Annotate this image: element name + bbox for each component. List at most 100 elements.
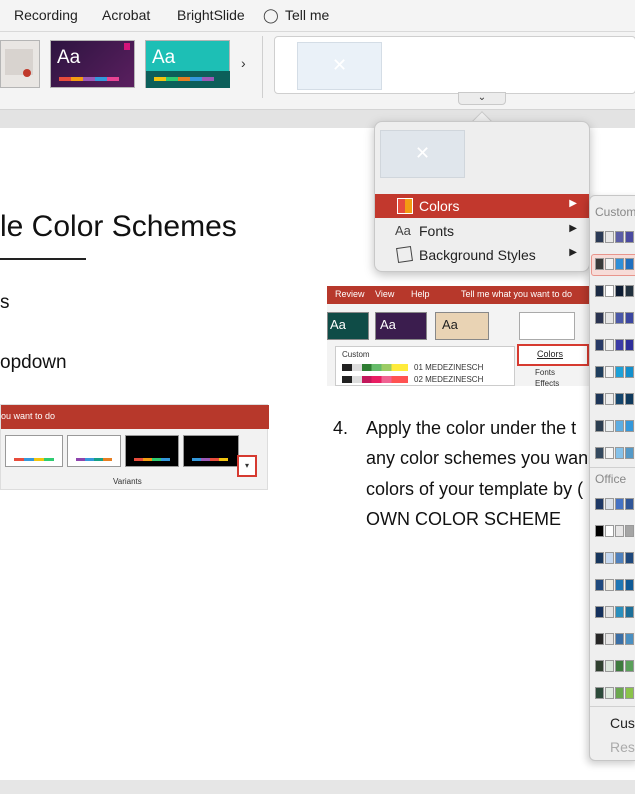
screenshot2-custom-header: Custom — [342, 350, 370, 359]
submenu-arrow-icon: ▶ — [569, 198, 577, 209]
swatch-chip — [605, 552, 614, 564]
fonts-icon: Aa — [395, 223, 411, 238]
swatch-chip — [595, 447, 604, 459]
theme-thumbnail-2[interactable]: Aa — [50, 40, 135, 88]
submenu-arrow-icon: ▶ — [569, 223, 577, 234]
screenshot2-theme-1: Aa — [327, 312, 369, 340]
submenu-office-header: Office — [595, 472, 627, 486]
color-scheme-swatch[interactable] — [595, 498, 635, 510]
swatch-chip — [615, 393, 624, 405]
screenshot-variants-label: Variants — [113, 477, 142, 486]
swatch-chip — [625, 420, 634, 432]
swatch-chip — [595, 579, 604, 591]
screenshot2-row-1: 01 MEDEZINESCH — [414, 363, 484, 372]
reset-colors-button[interactable]: Rese — [610, 739, 635, 755]
swatch-chip — [595, 498, 604, 510]
color-scheme-swatch[interactable] — [595, 339, 635, 351]
swatch-chip — [605, 312, 614, 324]
variant-thumbnail[interactable]: ✕ — [297, 42, 382, 90]
swatch-chip — [595, 552, 604, 564]
color-scheme-swatch[interactable] — [595, 660, 635, 672]
submenu-divider — [590, 706, 635, 707]
swatch-chip — [625, 339, 634, 351]
swatch-chip — [595, 606, 604, 618]
color-scheme-swatch[interactable] — [595, 420, 635, 432]
screenshot2-theme-3: Aa — [435, 312, 489, 340]
color-scheme-swatch[interactable] — [595, 366, 635, 378]
color-scheme-swatch[interactable] — [595, 525, 635, 537]
variant-mini-2 — [67, 435, 121, 467]
color-scheme-swatch[interactable] — [595, 312, 635, 324]
palette-icon — [397, 198, 413, 214]
menu-recording[interactable]: Recording — [14, 7, 78, 23]
swatch-chip — [625, 552, 634, 564]
color-scheme-swatch[interactable] — [595, 633, 635, 645]
swatch-chip — [595, 525, 604, 537]
close-icon: ✕ — [332, 55, 348, 75]
swatch-chip — [625, 606, 634, 618]
swatch-chip — [605, 660, 614, 672]
themes-more-button[interactable]: › — [241, 55, 246, 71]
menu-item-colors[interactable]: Colors ▶ — [375, 194, 589, 218]
swatch-chip — [605, 393, 614, 405]
menu-item-fonts[interactable]: Aa Fonts ▶ — [375, 219, 589, 243]
swatch-chip — [595, 660, 604, 672]
swatch-chip — [625, 579, 634, 591]
customize-colors-button[interactable]: Cust — [610, 715, 635, 731]
swatch-chip — [625, 231, 634, 243]
color-scheme-swatch[interactable] — [595, 393, 635, 405]
swatch-chip — [595, 633, 604, 645]
step-line-3: colors of your template by ( — [366, 479, 584, 499]
submenu-arrow-icon: ▶ — [569, 247, 577, 258]
color-scheme-swatch[interactable] — [595, 447, 635, 459]
menu-item-background-styles[interactable]: Background Styles ▶ — [375, 243, 589, 267]
menu-brightslide[interactable]: BrightSlide — [177, 7, 245, 23]
swatch-chip — [595, 366, 604, 378]
status-area — [0, 780, 635, 794]
swatch-chip — [605, 285, 614, 297]
popover-variant-thumbnail[interactable]: ✕ — [380, 130, 465, 178]
swatch-chip — [625, 312, 634, 324]
step-line-4: OWN COLOR SCHEME — [366, 509, 562, 529]
screenshot2-tab-help: Help — [411, 289, 430, 299]
swatch-chip — [615, 606, 624, 618]
theme-thumbnail-1[interactable] — [0, 40, 40, 88]
swatch-chip — [625, 366, 634, 378]
theme-label: Aa — [57, 47, 81, 68]
swatch-chip — [605, 498, 614, 510]
menu-acrobat[interactable]: Acrobat — [102, 7, 150, 23]
swatch-chip — [605, 420, 614, 432]
swatch-chip — [605, 633, 614, 645]
swatch-chip — [615, 633, 624, 645]
menu-tell-me[interactable]: Tell me — [285, 7, 329, 23]
swatch-chip — [615, 312, 624, 324]
variant-mini-1 — [5, 435, 63, 467]
color-scheme-swatch[interactable] — [595, 258, 635, 270]
swatch-chip — [595, 339, 604, 351]
screenshot2-theme-2: Aa — [375, 312, 427, 340]
ribbon-divider — [262, 36, 263, 98]
theme-thumbnail-3[interactable]: Aa — [145, 40, 230, 88]
color-scheme-swatch[interactable] — [595, 687, 635, 699]
swatch-chip — [625, 633, 634, 645]
variants-popover: ✕ Colors ▶ Aa Fonts ▶ Background Styles … — [374, 121, 590, 272]
screenshot2-colors-highlight: Colors — [517, 344, 589, 366]
swatch-chip — [615, 366, 624, 378]
screenshot-tell-me-text: ou want to do — [1, 411, 56, 421]
swatch-chip — [595, 420, 604, 432]
swatch-chip — [595, 285, 604, 297]
step-line-2: any color schemes you wan — [366, 448, 589, 468]
swatch-chip — [615, 339, 624, 351]
swatch-chip — [625, 660, 634, 672]
color-scheme-swatch[interactable] — [595, 552, 635, 564]
variants-expand-button[interactable]: ⌄ — [458, 92, 506, 105]
swatch-chip — [615, 660, 624, 672]
swatch-chip — [615, 525, 624, 537]
color-scheme-swatch[interactable] — [595, 285, 635, 297]
color-scheme-swatch[interactable] — [595, 579, 635, 591]
swatch-chip — [625, 498, 634, 510]
color-scheme-swatch[interactable] — [595, 231, 635, 243]
color-scheme-swatch[interactable] — [595, 606, 635, 618]
title-underline — [0, 258, 86, 260]
swatch-chip — [615, 231, 624, 243]
